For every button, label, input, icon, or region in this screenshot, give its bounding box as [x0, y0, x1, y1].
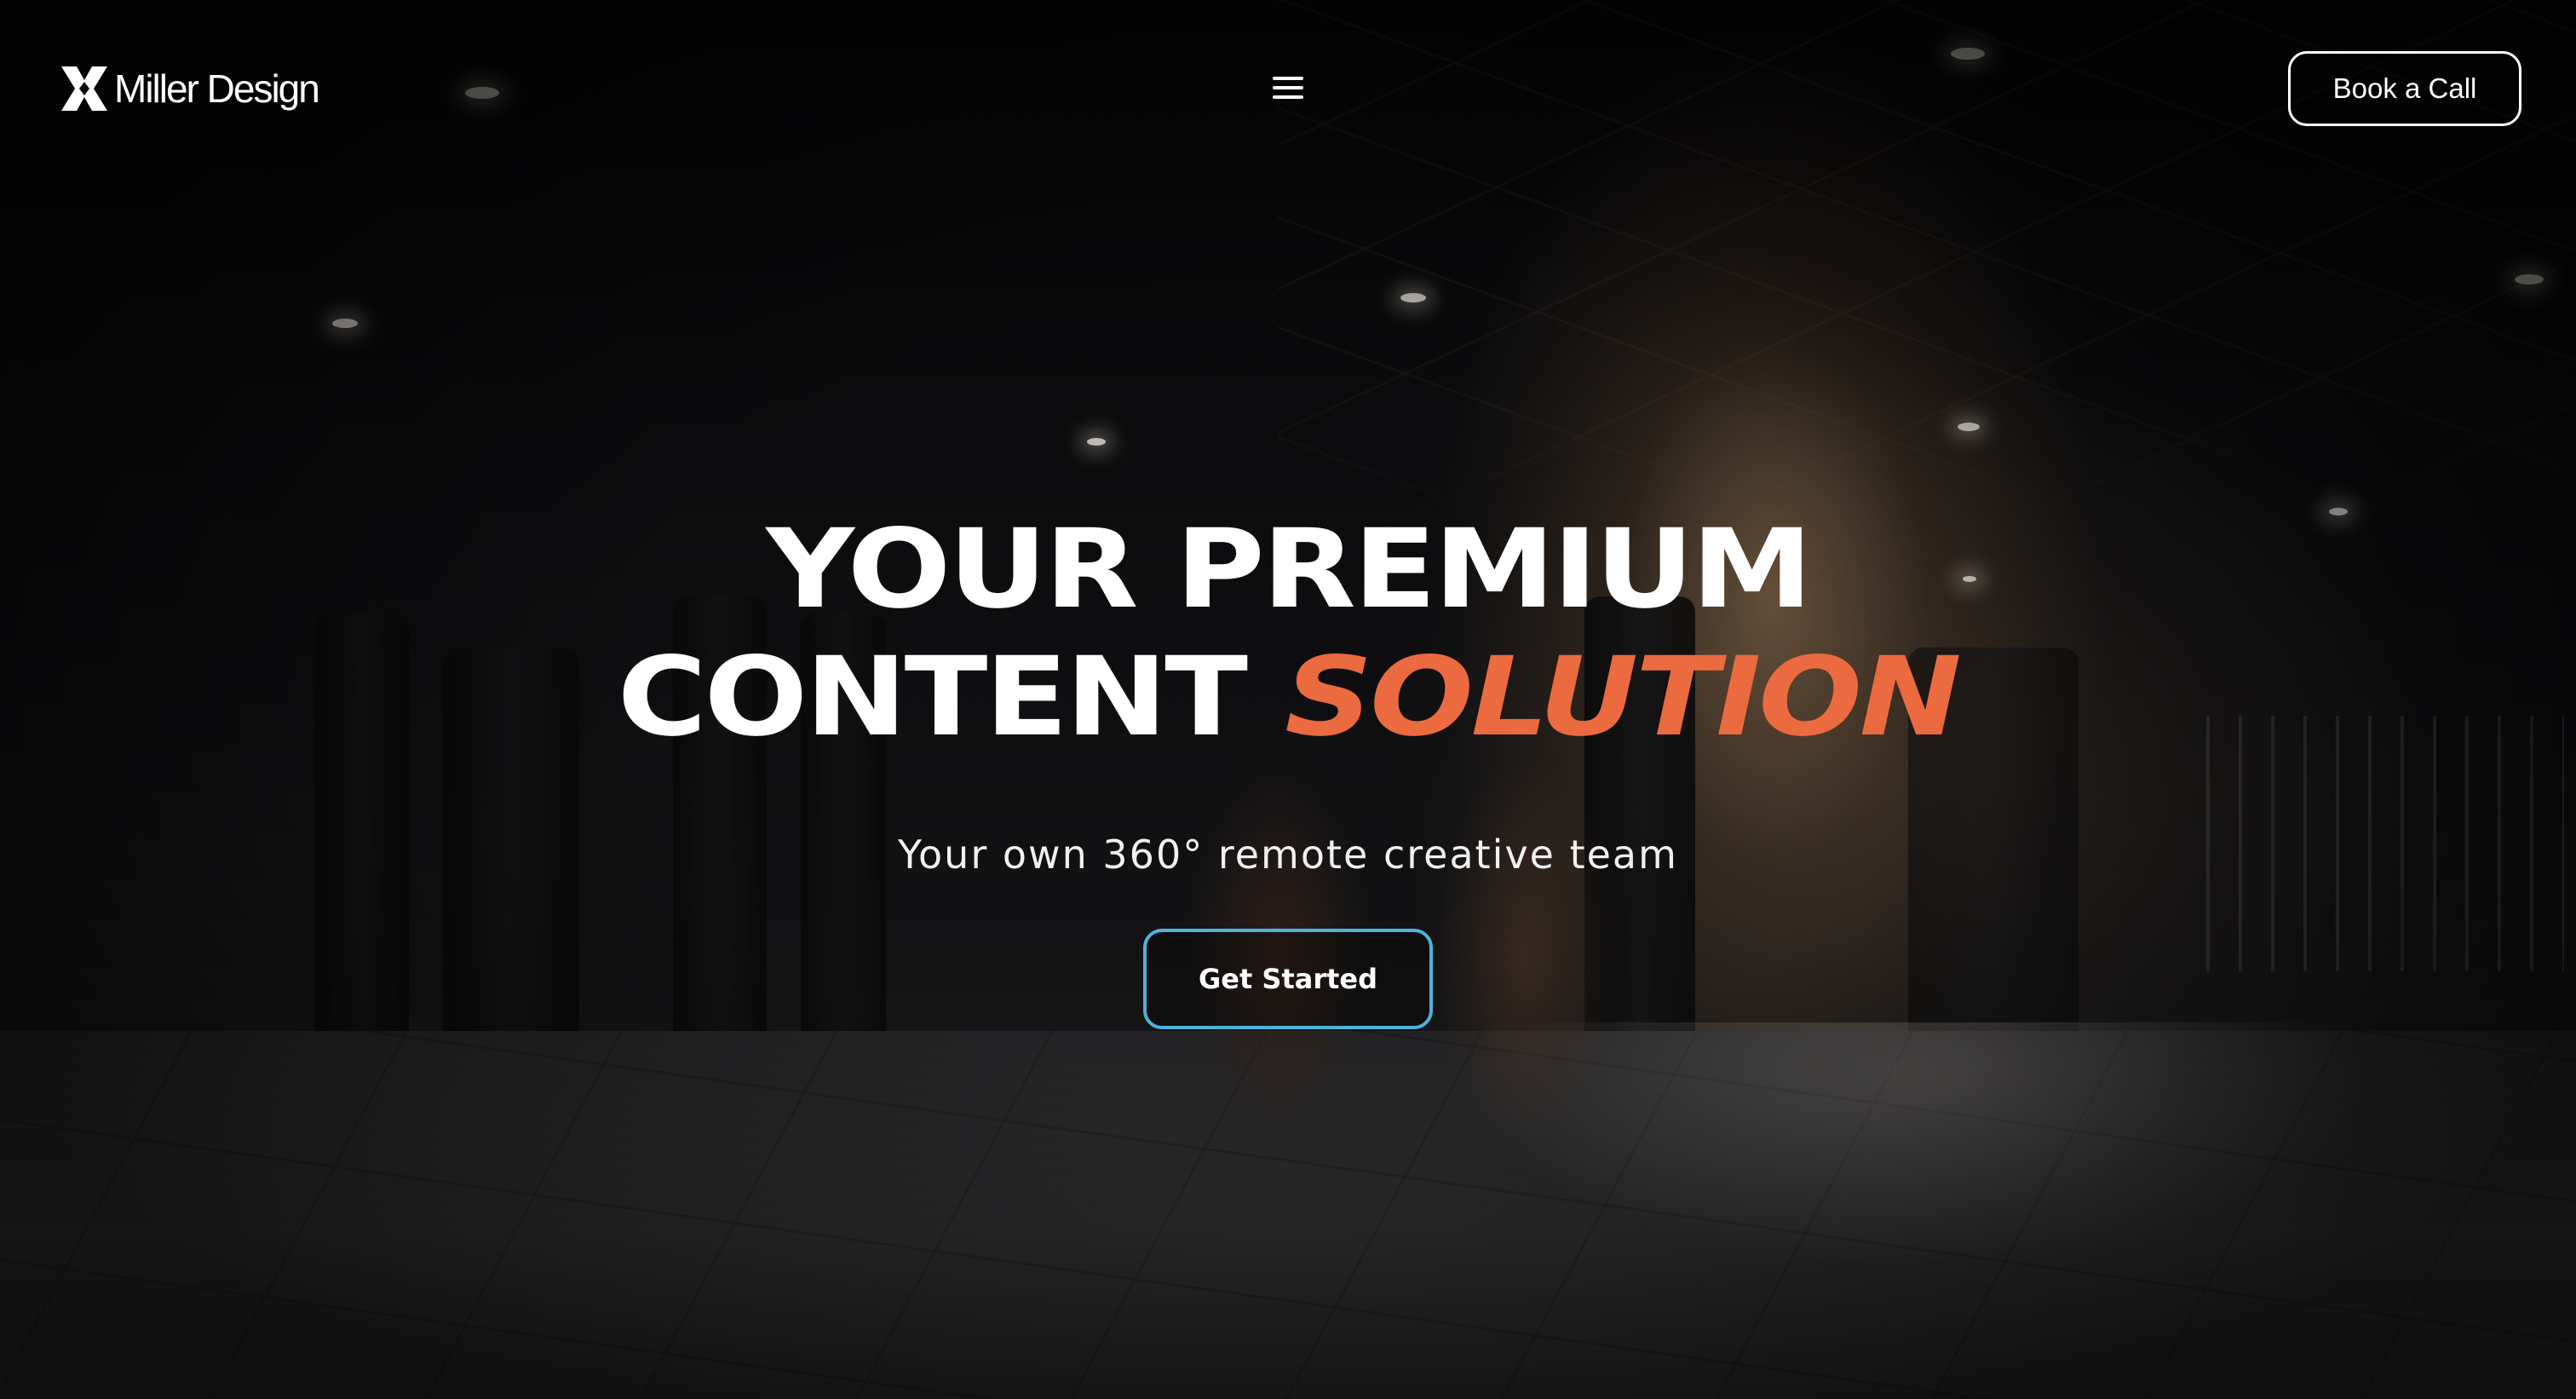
- miller-x-logo-icon: [61, 66, 107, 111]
- menu-bar: [1273, 77, 1303, 80]
- hero-title: YOUR PREMIUM CONTENT SOLUTION: [0, 506, 2576, 762]
- hero-subtitle: Your own 360° remote creative team: [898, 832, 1678, 878]
- menu-bar: [1273, 95, 1303, 99]
- hero-title-line-1: YOUR PREMIUM: [766, 506, 1813, 633]
- hero-title-plain: CONTENT: [617, 634, 1248, 761]
- hero-title-accent: SOLUTION: [1285, 634, 1962, 761]
- hamburger-menu-icon[interactable]: [1271, 73, 1305, 102]
- book-a-call-button[interactable]: Book a Call: [2288, 51, 2521, 126]
- menu-bar: [1273, 86, 1303, 89]
- hero-title-line-2: CONTENT SOLUTION: [0, 634, 2576, 762]
- get-started-button[interactable]: Get Started: [1143, 929, 1433, 1029]
- logo-link[interactable]: Miller Design: [60, 65, 320, 112]
- landing-page: Miller Design Book a Call YOUR PREMIUM C…: [0, 0, 2576, 1399]
- logo-text: Miller Design: [114, 66, 320, 111]
